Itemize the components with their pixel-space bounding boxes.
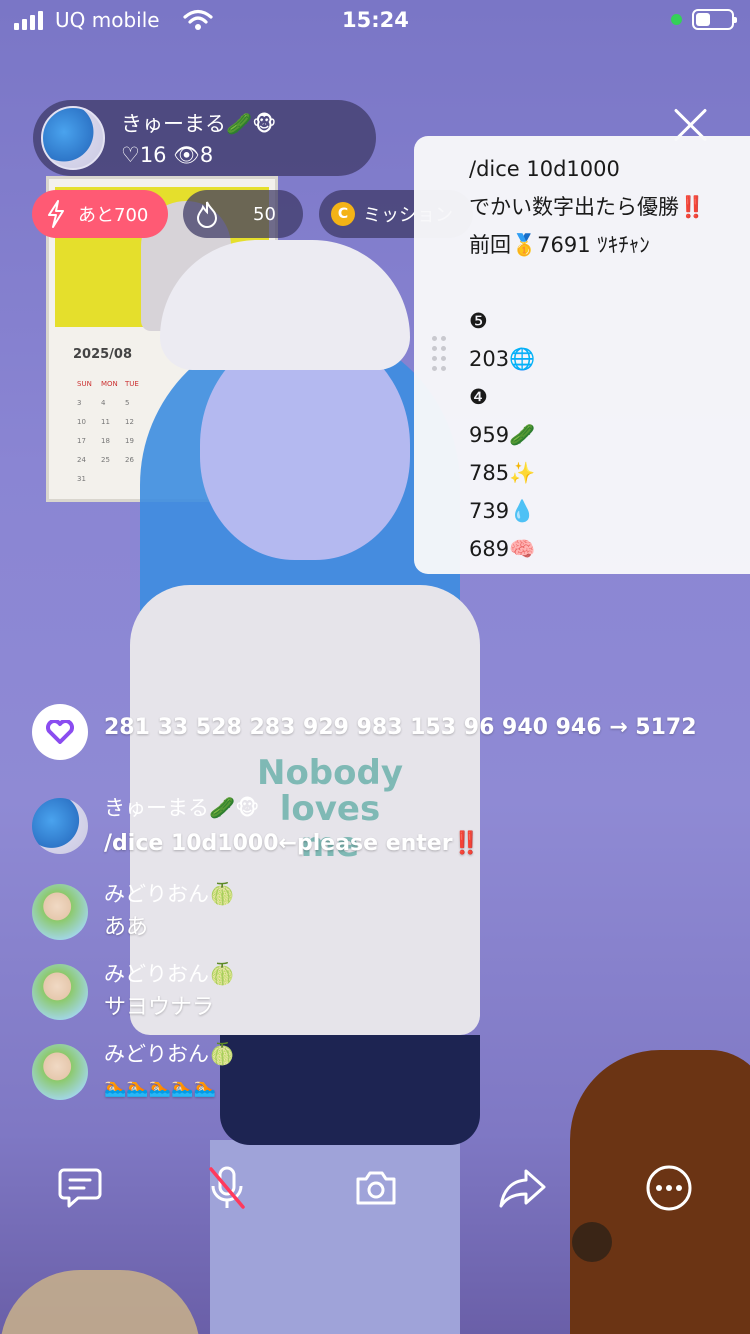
- chat-text: 🏊🏻🏊🏻🏊🏻🏊🏻🏊🏻: [104, 1077, 217, 1098]
- avatar-cap: [160, 240, 410, 370]
- chat-avatar[interactable]: [32, 884, 88, 940]
- fire-points-count: 50: [253, 203, 276, 225]
- chat-avatar[interactable]: [32, 798, 88, 854]
- chat-text: ああ: [104, 915, 149, 940]
- carrier-name: UQ mobile: [55, 8, 160, 32]
- gift-goal-pill[interactable]: あと700: [32, 190, 168, 238]
- host-avatar[interactable]: [41, 106, 105, 170]
- note-lines: /dice 10d1000 でかい数字出たら優勝‼️ 前回🥇7691 ﾂｷﾁｬﾝ…: [469, 157, 706, 561]
- calendar-day: 10: [77, 418, 86, 426]
- chat-username[interactable]: みどりおん🍈: [104, 878, 235, 908]
- calendar-weekday: MON: [101, 380, 118, 388]
- bottom-toolbar: [0, 1150, 750, 1230]
- coin-icon: C: [331, 202, 355, 226]
- more-icon[interactable]: [641, 1160, 697, 1216]
- chat-username[interactable]: みどりおん🍈: [104, 958, 235, 988]
- chat-text: /dice 10d1000←please enter‼️: [104, 831, 480, 856]
- share-icon[interactable]: [494, 1160, 550, 1216]
- chat-text: 281 33 528 283 929 983 153 96 940 946 → …: [104, 715, 697, 740]
- calendar-day: 25: [101, 456, 110, 464]
- calendar-day: 3: [77, 399, 82, 407]
- calendar-day: 24: [77, 456, 86, 464]
- drag-handle-icon[interactable]: [432, 336, 448, 376]
- host-name: きゅーまる🥒🐵: [121, 112, 277, 136]
- calendar-day: 4: [101, 399, 106, 407]
- host-info[interactable]: きゅーまる🥒🐵 ♡16 👁8: [33, 100, 376, 176]
- chat-avatar[interactable]: [32, 964, 88, 1020]
- pinned-note[interactable]: /dice 10d1000 でかい数字出たら優勝‼️ 前回🥇7691 ﾂｷﾁｬﾝ…: [414, 136, 750, 574]
- battery-fill: [696, 13, 711, 26]
- chat-username[interactable]: みどりおん🍈: [104, 1038, 235, 1068]
- mic-off-icon[interactable]: [199, 1160, 255, 1216]
- calendar-day: 17: [77, 437, 86, 445]
- clock: 15:24: [342, 8, 409, 32]
- chat-avatar[interactable]: [32, 704, 88, 760]
- calendar-day: 11: [101, 418, 110, 426]
- calendar-day: 18: [101, 437, 110, 445]
- fire-points-pill[interactable]: 50: [183, 190, 303, 238]
- signal-icon: [14, 11, 43, 30]
- flame-icon: [196, 201, 218, 228]
- viewer-count: 👁8: [173, 143, 214, 167]
- comment-icon[interactable]: [52, 1160, 108, 1216]
- privacy-indicator: [671, 14, 682, 25]
- calendar-weekday: SUN: [77, 380, 92, 388]
- lightning-icon: [48, 200, 64, 228]
- gift-goal-label: あと700: [78, 205, 149, 226]
- camera-icon[interactable]: [348, 1160, 404, 1216]
- chat-avatar[interactable]: [32, 1044, 88, 1100]
- heart-icon: [46, 720, 74, 744]
- battery-icon: [692, 9, 737, 30]
- host-stats: ♡16 👁8: [121, 143, 213, 168]
- chat-username[interactable]: きゅーまる🥒🐵: [104, 792, 259, 822]
- calendar-month: 2025/08: [73, 347, 133, 362]
- calendar-day: 31: [77, 475, 86, 483]
- chat-text: サヨウナラ: [104, 995, 215, 1020]
- chat-feed[interactable]: 281 33 528 283 929 983 153 96 940 946 → …: [0, 700, 750, 1120]
- wifi-icon: [183, 9, 213, 30]
- likes-count: ♡16: [121, 143, 167, 167]
- status-bar: UQ mobile 15:24: [0, 0, 750, 40]
